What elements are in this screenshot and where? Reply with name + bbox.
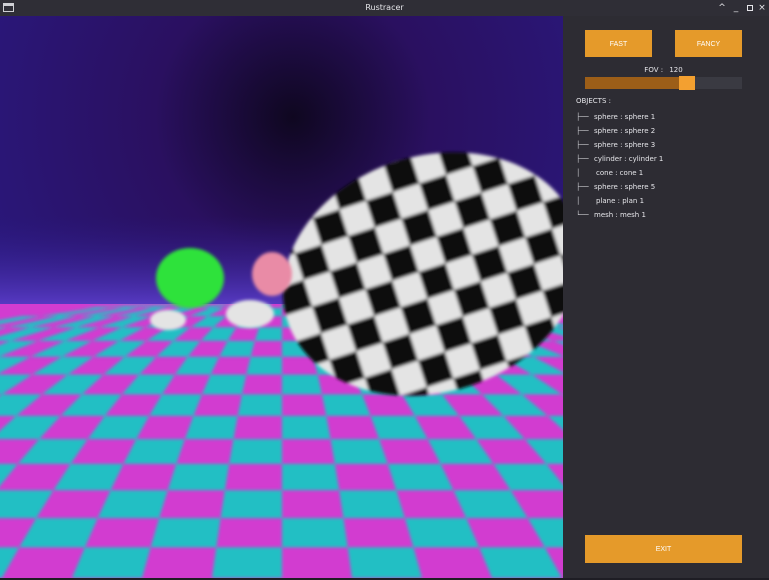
minimize-icon[interactable]: _ [730,2,742,14]
window-title: Rustracer [365,3,404,12]
tree-branch-icon: ├── [576,183,589,191]
tree-item-label: sphere : sphere 1 [594,113,656,121]
maximize-icon[interactable] [744,2,756,14]
tree-item-label: cylinder : cylinder 1 [594,155,664,163]
tree-branch-icon: ├── [576,141,589,149]
fast-button[interactable]: FAST [585,30,652,57]
tree-item-label: sphere : sphere 3 [594,141,656,149]
tree-item[interactable]: │ cone : cone 1 [576,166,663,180]
tree-item-label: cone : cone 1 [596,169,644,177]
control-panel: FAST FANCY FOV : 120 OBJECTS : ├── sphere… [563,16,769,578]
fov-value: 120 [669,66,683,74]
tree-item-label: plane : plan 1 [596,197,645,205]
tree-branch-icon: │ [576,169,581,177]
rendered-scene [0,16,563,578]
close-icon[interactable]: × [756,2,768,14]
tree-item[interactable]: ├── sphere : sphere 3 [576,138,663,152]
exit-button[interactable]: EXIT [585,535,742,563]
title-bar[interactable]: Rustracer ^ _ × [0,0,769,17]
chevron-up-icon[interactable]: ^ [716,2,728,14]
tree-item[interactable]: ├── sphere : sphere 2 [576,124,663,138]
tree-item[interactable]: └── mesh : mesh 1 [576,208,663,222]
fov-slider[interactable] [585,76,742,90]
tree-item[interactable]: ├── cylinder : cylinder 1 [576,152,663,166]
tree-item[interactable]: ├── sphere : sphere 5 [576,180,663,194]
fov-label: FOV : 120 [585,66,742,75]
tree-branch-icon: │ [576,197,581,205]
fov-slider-fill [585,77,687,89]
tree-branch-icon: └── [576,211,589,219]
fancy-button[interactable]: FANCY [675,30,742,57]
render-viewport[interactable] [0,16,563,578]
tree-branch-icon: ├── [576,113,589,121]
fov-label-text: FOV : [644,66,664,74]
tree-item-label: sphere : sphere 2 [594,127,656,135]
tree-item-label: sphere : sphere 5 [594,183,656,191]
objects-tree: ├── sphere : sphere 1 ├── sphere : sphere 2… [576,110,663,222]
fov-slider-handle[interactable] [679,76,695,90]
tree-branch-icon: ├── [576,127,589,135]
tree-item-label: mesh : mesh 1 [594,211,646,219]
tree-item[interactable]: │ plane : plan 1 [576,194,663,208]
objects-heading: OBJECTS : [576,97,611,105]
app-window: Rustracer ^ _ × FAST FANCY FOV: 120 OBJ… [0,0,769,580]
tree-item[interactable]: ├── sphere : sphere 1 [576,110,663,124]
tree-branch-icon: ├── [576,155,589,163]
